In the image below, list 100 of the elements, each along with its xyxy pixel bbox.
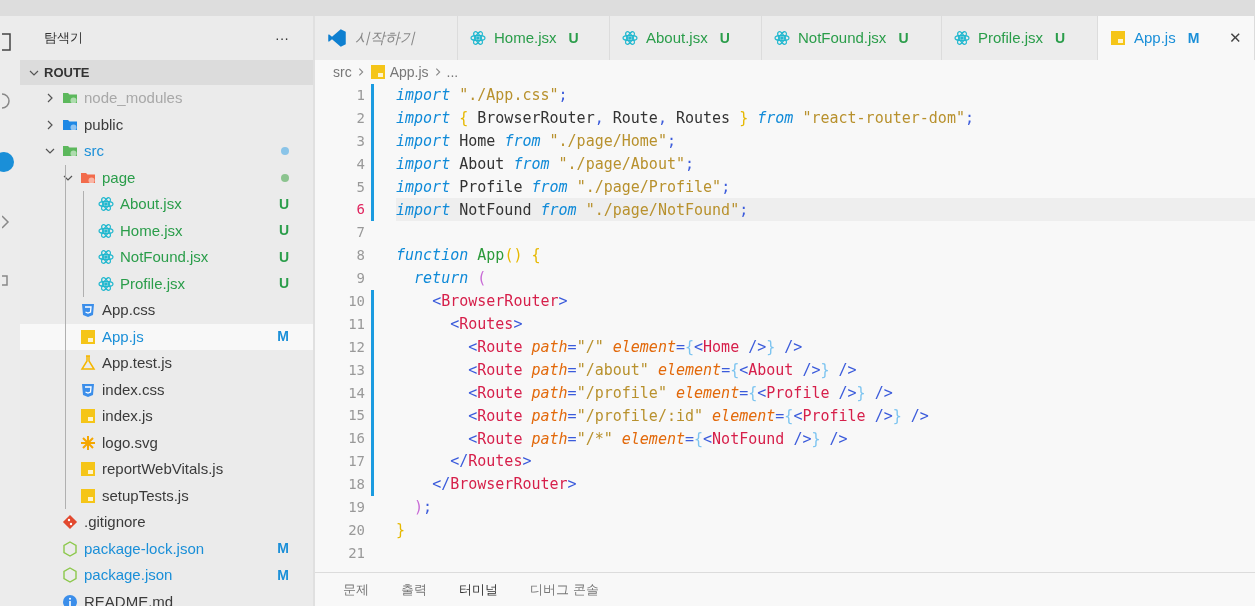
file-name: Home.jsx [120, 220, 183, 241]
file-name: NotFound.jsx [120, 247, 209, 267]
line-number: 18 [347, 475, 365, 495]
line-number: 17 [347, 452, 365, 472]
code-line: <Route path="/*" element={<NotFound />} /> [467, 428, 849, 450]
tree-item[interactable]: package.json M [20, 562, 313, 589]
code-line: </Routes> [449, 451, 533, 473]
tree-item[interactable]: Home.jsx U [20, 217, 313, 244]
line-number: 1 [355, 85, 365, 105]
tree-item[interactable]: Profile.jsx U [20, 270, 313, 297]
atom-icon [98, 196, 114, 213]
line-number: 3 [355, 131, 365, 151]
file-name: page [102, 167, 136, 188]
tree-item[interactable]: logo.svg [20, 429, 313, 456]
js-file-icon [369, 64, 386, 80]
js-file-icon [80, 408, 96, 425]
line-number: 6 [355, 200, 365, 220]
tree-item[interactable]: About.jsx U [20, 191, 313, 218]
tree-item[interactable]: index.css [20, 376, 313, 403]
file-name: package.json [84, 565, 173, 585]
tree-item[interactable]: App.js M [20, 323, 313, 350]
tab-label: App.js [1134, 27, 1176, 48]
asterisk-icon [80, 434, 96, 451]
line-number: 13 [347, 360, 365, 380]
folder-title: ROUTE [44, 63, 90, 82]
css-file-icon [80, 381, 96, 398]
js-file-icon [80, 328, 96, 345]
tree-item[interactable]: index.js [20, 403, 313, 430]
code-line: <Route path="/" element={<Home />} /> [467, 337, 804, 358]
breadcrumb-item[interactable]: src [333, 61, 352, 83]
line-number: 12 [347, 337, 365, 357]
flask-icon [80, 355, 96, 372]
code-line: <Route path="/about" element={<About />} /> [467, 359, 858, 381]
panel-tab[interactable]: 터미널 [459, 579, 498, 600]
panel-tab[interactable]: 출력 [401, 579, 427, 600]
git-status-label: M [277, 565, 289, 585]
close-button[interactable]: ✕ [1229, 26, 1242, 50]
breadcrumb-item[interactable]: ... [446, 61, 459, 83]
file-name: index.js [102, 406, 153, 426]
info-icon [62, 593, 78, 606]
file-name: reportWebVitals.js [102, 459, 224, 479]
git-status-label: U [1055, 28, 1066, 48]
hexagon-icon [62, 567, 78, 584]
tab-label: NotFound.jsx [798, 27, 887, 48]
file-name: App.js [102, 326, 144, 347]
hexagon-icon [62, 540, 78, 557]
file-name: App.css [102, 300, 156, 320]
code-line: function App() { [396, 245, 542, 267]
line-number: 5 [355, 177, 365, 197]
line-number: 4 [355, 154, 365, 174]
tree-item[interactable]: README.md [20, 588, 313, 606]
git-status-label: M [1187, 28, 1200, 48]
file-name: App.test.js [102, 353, 173, 373]
code-line: import { BrowserRouter, Route, Routes } from "react-router-dom"; [396, 108, 975, 130]
tree-item[interactable]: App.css [20, 297, 313, 324]
code-line: <Route path="/profile/:id" element={<Profile />} /> [467, 405, 930, 427]
tree-item[interactable]: NotFound.jsx U [20, 244, 313, 271]
atom-icon [98, 222, 114, 239]
file-name: node_modules [84, 88, 183, 108]
tree-item[interactable]: page [20, 164, 313, 191]
file-name: logo.svg [102, 432, 158, 453]
file-name: setupTests.js [102, 485, 189, 506]
code-line: import Home from "./page/Home"; [396, 130, 677, 152]
code-line: <Routes> [449, 314, 524, 336]
file-name: package-lock.json [84, 538, 205, 559]
line-number: 21 [347, 543, 365, 563]
tree-item[interactable]: .gitignore [20, 509, 313, 536]
line-number: 9 [355, 269, 365, 289]
js-file-icon [80, 461, 96, 478]
line-number: 11 [347, 314, 365, 334]
line-number: 8 [355, 246, 365, 266]
tab-label: About.jsx [646, 27, 708, 48]
git-status-label: U [898, 28, 909, 48]
code-line: <BrowserRouter> [431, 291, 569, 313]
git-status-label: U [719, 28, 730, 48]
tab-label: 시작하기 [355, 27, 415, 48]
atom-icon [622, 30, 638, 46]
line-number: 10 [347, 291, 365, 311]
panel-tab[interactable]: 문제 [343, 579, 369, 600]
panel-tab[interactable]: 디버그 콘솔 [530, 579, 599, 600]
git-status-label: U [278, 274, 289, 294]
tab-label: Home.jsx [494, 27, 557, 48]
code-line: ); [413, 497, 434, 519]
notification-badge [0, 152, 14, 172]
git-status-label: M [277, 539, 289, 559]
git-status-label: U [568, 28, 579, 48]
atom-icon [98, 275, 114, 292]
line-number: 16 [347, 429, 365, 449]
breadcrumb-item[interactable]: App.js [389, 61, 429, 83]
tree-item[interactable]: src [20, 138, 313, 165]
folder-header[interactable]: ROUTE [20, 60, 313, 85]
more-actions-button[interactable]: ··· [275, 27, 289, 49]
tree-item[interactable]: App.test.js [20, 350, 313, 377]
tree-item[interactable]: public [20, 111, 313, 138]
css-file-icon [80, 302, 96, 319]
editor-tab[interactable]: App.js M ✕ [1098, 16, 1255, 60]
tree-item[interactable]: reportWebVitals.js [20, 456, 313, 483]
atom-icon [774, 30, 790, 46]
tree-item[interactable]: package-lock.json M [20, 535, 313, 562]
tree-item[interactable]: setupTests.js [20, 482, 313, 509]
